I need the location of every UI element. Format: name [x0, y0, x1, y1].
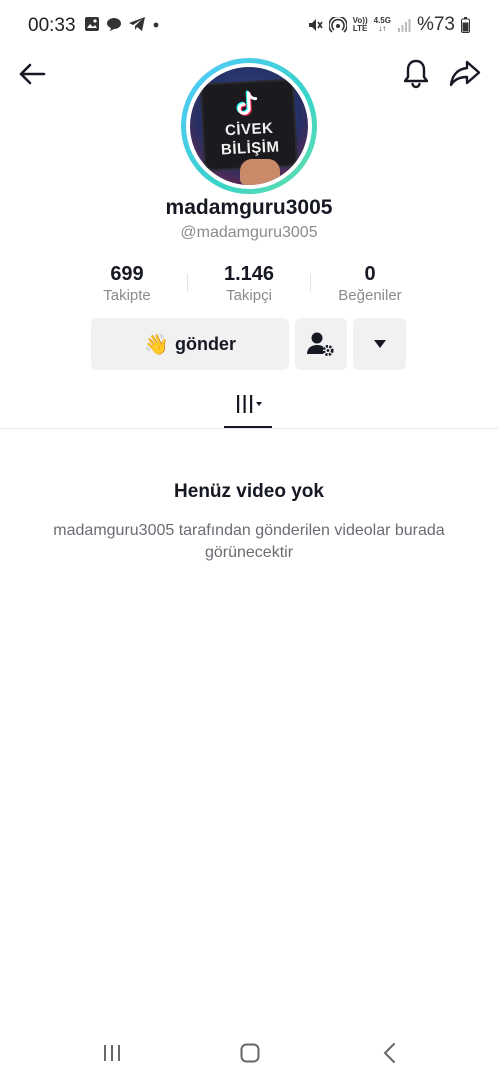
- profile-username: madamguru3005: [165, 196, 333, 219]
- content-tabs: [0, 388, 498, 429]
- recent-apps-icon[interactable]: [102, 1044, 122, 1062]
- avatar-hand: [240, 159, 280, 185]
- send-button-label: gönder: [174, 333, 236, 354]
- system-nav-bar: [0, 1030, 498, 1080]
- profile-stats: 699 Takipte 1.146 Takipçi 0 Beğeniler: [0, 262, 498, 310]
- share-arrow-icon: [449, 60, 481, 87]
- chat-bubble-icon: [107, 18, 121, 31]
- stat-likes-value: 0: [364, 263, 376, 285]
- volte-indicator: Vo)) LTE: [352, 16, 368, 33]
- back-button[interactable]: [16, 58, 48, 90]
- notifications-button[interactable]: [400, 56, 432, 90]
- tab-videos[interactable]: [224, 388, 272, 426]
- system-status-icons: Vo)) LTE 4.5G ↓↑ %73: [307, 14, 470, 36]
- avatar[interactable]: CİVEK BİLİŞİM: [190, 67, 308, 185]
- friend-settings-button[interactable]: [295, 318, 347, 370]
- share-button[interactable]: [448, 56, 482, 90]
- gallery-icon: [85, 17, 99, 31]
- video-grid-icon: [237, 395, 262, 413]
- avatar-sign: CİVEK BİLİŞİM: [201, 80, 297, 170]
- mute-icon: [308, 19, 323, 31]
- network-indicator: 4.5G ↓↑: [373, 16, 391, 33]
- signal-icon: [397, 19, 411, 32]
- tiktok-logo-icon: [236, 90, 258, 116]
- more-options-button[interactable]: [353, 318, 406, 370]
- avatar-ring[interactable]: CİVEK BİLİŞİM: [181, 58, 317, 194]
- telegram-icon: [129, 17, 145, 31]
- nav-back-icon[interactable]: [382, 1042, 398, 1064]
- hotspot-icon: [328, 17, 347, 33]
- battery-percent: %73: [416, 14, 455, 35]
- status-time: 00:33: [28, 15, 76, 36]
- avatar-text-line1: CİVEK: [224, 119, 274, 140]
- send-wave-button[interactable]: 👋 gönder: [91, 318, 289, 370]
- waving-hand-icon: 👋: [144, 333, 169, 356]
- bell-icon: [403, 59, 429, 89]
- stat-followers-value: 1.146: [223, 263, 275, 285]
- empty-state-description: madamguru3005 tarafından gönderilen vide…: [53, 522, 445, 561]
- home-icon[interactable]: [240, 1043, 260, 1063]
- stat-following[interactable]: 699 Takipte: [62, 262, 192, 306]
- caret-down-icon: [373, 340, 386, 348]
- status-bar: 00:33 Vo)) LTE 4.5G ↓↑ %73: [0, 0, 498, 52]
- more-notifications-dot-icon: [153, 22, 159, 28]
- profile-actions: 👋 gönder: [0, 318, 498, 370]
- person-settings-icon: [307, 332, 334, 356]
- empty-state-title: Henüz video yok: [174, 481, 324, 502]
- notification-icons: [84, 16, 160, 32]
- back-arrow-icon: [19, 63, 46, 85]
- battery-icon: [461, 17, 470, 33]
- avatar-text-line2: BİLİŞİM: [220, 138, 280, 159]
- stat-following-label: Takipte: [103, 287, 151, 304]
- stat-followers[interactable]: 1.146 Takipçi: [184, 262, 314, 306]
- stat-likes[interactable]: 0 Beğeniler: [305, 262, 435, 306]
- stat-following-value: 699: [110, 263, 144, 285]
- stat-likes-label: Beğeniler: [338, 287, 402, 304]
- tab-active-indicator: [224, 426, 272, 428]
- stat-followers-label: Takipçi: [226, 287, 272, 304]
- profile-handle: @madamguru3005: [180, 224, 318, 241]
